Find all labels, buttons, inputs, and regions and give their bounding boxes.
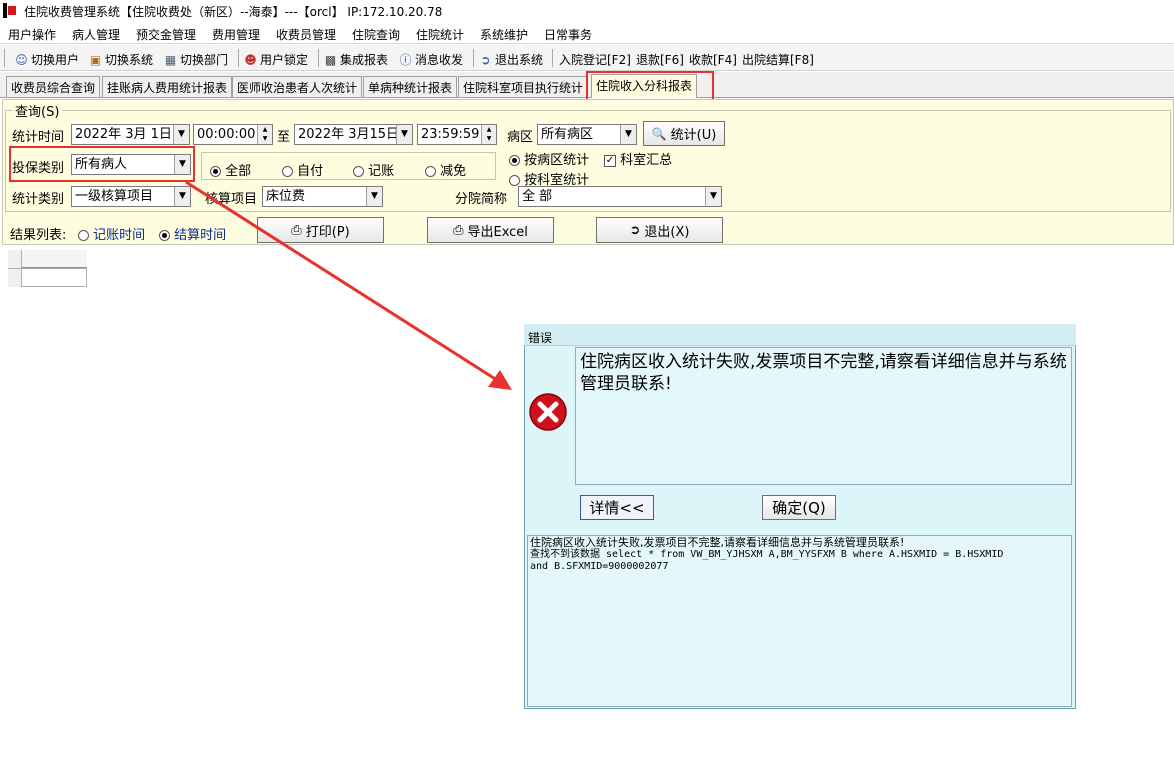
details-button[interactable]: 详情<< [580, 495, 654, 520]
error-icon [529, 393, 567, 431]
details-line-2: 查找不到该数据 select * from VW_BM_YJHSXM A,BM_… [530, 549, 1004, 560]
error-message: 住院病区收入统计失败,发票项目不完整,请察看详细信息并与系统管理员联系! [575, 347, 1072, 485]
details-line-3: and B.SFXMID=9000002077 [530, 561, 669, 572]
details-line-1: 住院病区收入统计失败,发票项目不完整,请察看详细信息并与系统管理员联系! [530, 536, 905, 549]
ok-button[interactable]: 确定(Q) [762, 495, 836, 520]
dialog-title-bar [524, 324, 1076, 346]
dialog-title: 错误 [528, 331, 553, 345]
